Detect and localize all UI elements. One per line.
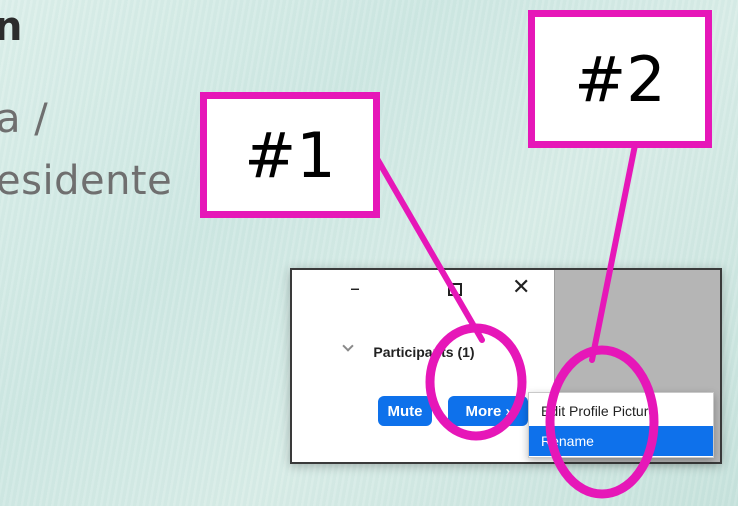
annotation-label-2: #2 [528, 10, 712, 148]
background-text-line-2: esidente [0, 158, 173, 204]
maximize-icon[interactable] [448, 283, 462, 296]
annotation-label-1: #1 [200, 92, 380, 218]
participants-title: Participants (1) [373, 344, 475, 360]
mute-button[interactable]: Mute [378, 396, 432, 426]
more-dropdown-menu: Edit Profile Picture Rename [528, 392, 714, 458]
close-icon[interactable]: ✕ [512, 277, 530, 299]
more-button[interactable]: More › [448, 396, 528, 426]
background-heading: n [0, 4, 23, 50]
background-text-line-1: a / [0, 96, 49, 142]
minimize-icon[interactable]: – [350, 278, 360, 298]
menu-item-edit-profile-picture[interactable]: Edit Profile Picture [529, 396, 713, 426]
menu-item-rename[interactable]: Rename [529, 426, 713, 456]
